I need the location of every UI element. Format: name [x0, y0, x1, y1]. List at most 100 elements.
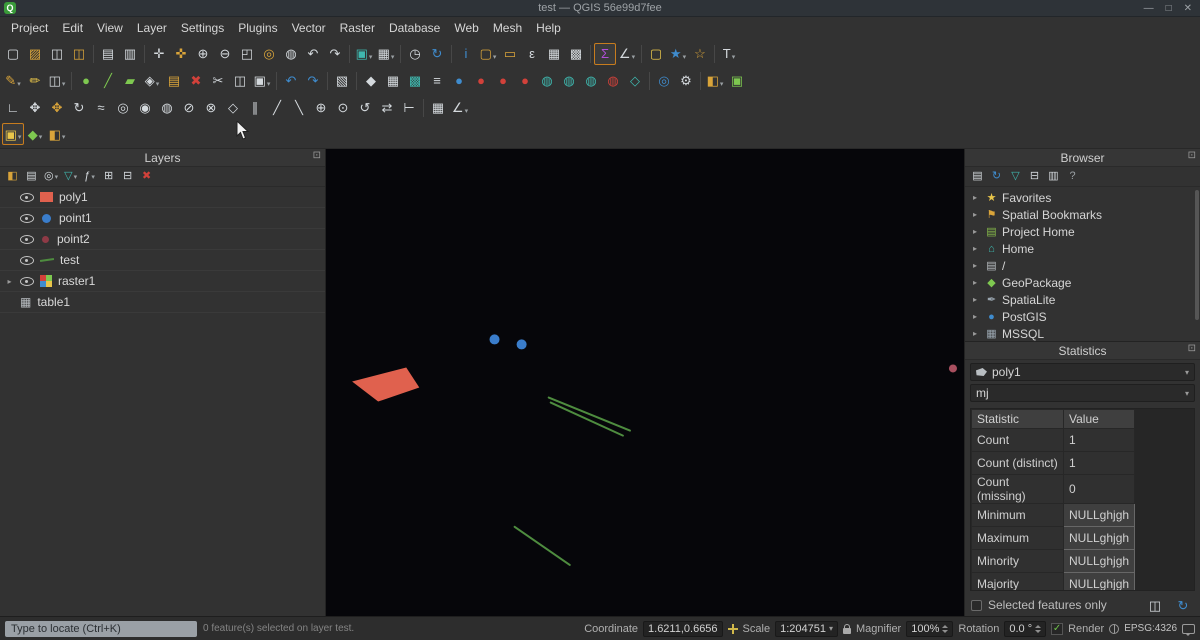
refresh-map-icon[interactable]: ↻ — [426, 43, 448, 65]
add-raster-layer-icon[interactable]: ▦ — [382, 70, 404, 92]
new-3d-map-view-icon[interactable]: ▣▾ — [353, 43, 375, 65]
add-polygon-feature-icon[interactable]: ▰ — [119, 70, 141, 92]
dock-float-icon[interactable] — [1188, 343, 1196, 354]
menu-vector[interactable]: Vector — [285, 18, 333, 38]
browser-item-project-home[interactable]: ▸▤Project Home — [965, 223, 1200, 240]
enable-advanced-digitizing-icon[interactable]: ∟ — [2, 97, 24, 119]
measure-icon[interactable]: ∠▾ — [616, 43, 638, 65]
reshape-features-icon[interactable]: ◇ — [222, 97, 244, 119]
zoom-out-icon[interactable]: ⊖ — [214, 43, 236, 65]
stats-layer-select[interactable]: poly1 — [970, 363, 1195, 381]
add-wfs-layer-icon[interactable]: ◍ — [580, 70, 602, 92]
style-manager-icon[interactable]: ◧▾ — [704, 70, 726, 92]
crs-status-button[interactable]: EPSG:4326 — [1124, 623, 1177, 634]
layout-manager-icon[interactable]: ▥ — [119, 43, 141, 65]
move-feature-icon[interactable]: ✥ — [24, 97, 46, 119]
menu-view[interactable]: View — [90, 18, 130, 38]
expand-arrow-icon[interactable]: ▸ — [973, 210, 981, 219]
open-attribute-table-icon[interactable]: ▦ — [543, 43, 565, 65]
new-project-icon[interactable]: ▢ — [2, 43, 24, 65]
stats-field-select[interactable]: mj — [970, 384, 1195, 402]
zoom-in-icon[interactable]: ⊕ — [192, 43, 214, 65]
select-by-expression-icon[interactable]: ε — [521, 43, 543, 65]
paste-features-icon[interactable]: ▣▾ — [251, 70, 273, 92]
fill-ring-icon[interactable]: ◍ — [156, 97, 178, 119]
menu-web[interactable]: Web — [447, 18, 485, 38]
rotate-feature-icon[interactable]: ↻ — [68, 97, 90, 119]
filter-browser-icon[interactable]: ▽ — [1007, 168, 1024, 185]
add-mssql-layer-icon[interactable]: ● — [492, 70, 514, 92]
field-calculator-icon[interactable]: ▩ — [565, 43, 587, 65]
open-project-icon[interactable]: ▨ — [24, 43, 46, 65]
spinner-arrows-icon[interactable] — [1035, 625, 1041, 633]
new-geopackage-layer-icon[interactable]: ◆▾ — [24, 123, 46, 145]
temporal-controller-icon[interactable]: ◷ — [404, 43, 426, 65]
rotate-point-symbols-icon[interactable]: ↺ — [354, 97, 376, 119]
expand-arrow-icon[interactable]: ▸ — [973, 312, 981, 321]
vertex-tool-icon[interactable]: ◈▾ — [141, 70, 163, 92]
layer-item-point1[interactable]: point1 — [0, 208, 325, 229]
vertex-editor-panel-icon[interactable]: ▦ — [427, 97, 449, 119]
rotation-input[interactable]: 0.0 ° — [1004, 621, 1046, 637]
new-bookmark-icon[interactable]: ★▾ — [667, 43, 689, 65]
locate-search-input[interactable] — [5, 621, 197, 637]
add-oracle-layer-icon[interactable]: ● — [514, 70, 536, 92]
collapse-all-icon[interactable]: ⊟ — [119, 168, 136, 185]
merge-features-icon[interactable]: ⊕ — [310, 97, 332, 119]
browser-item-favorites[interactable]: ▸★Favorites — [965, 189, 1200, 206]
visibility-eye-icon[interactable] — [20, 235, 34, 244]
zoom-to-layer-icon[interactable]: ◍ — [280, 43, 302, 65]
cad-construction-icon[interactable]: ∠▾ — [449, 97, 471, 119]
expand-arrow-icon[interactable]: ▸ — [973, 278, 981, 287]
visibility-eye-icon[interactable] — [20, 277, 34, 286]
layer-item-raster1[interactable]: raster1 — [0, 271, 325, 292]
copy-move-feature-icon[interactable]: ✥ — [46, 97, 68, 119]
lock-scale-icon[interactable] — [843, 628, 851, 634]
menu-layer[interactable]: Layer — [130, 18, 174, 38]
layer-item-poly1[interactable]: poly1 — [0, 187, 325, 208]
browser-item-mssql[interactable]: ▸▦MSSQL — [965, 325, 1200, 341]
add-arcgis-layer-icon[interactable]: ◍ — [602, 70, 624, 92]
remove-layer-icon[interactable]: ✖ — [138, 168, 155, 185]
menu-edit[interactable]: Edit — [55, 18, 90, 38]
add-point-feature-icon[interactable]: ● — [75, 70, 97, 92]
copy-statistics-icon[interactable]: ◫ — [1144, 594, 1166, 616]
render-checkbox[interactable] — [1051, 623, 1063, 635]
collapse-all-icon[interactable]: ⊟ — [1026, 168, 1043, 185]
data-source-manager-icon[interactable]: ▧ — [331, 70, 353, 92]
undo-icon[interactable]: ↶ — [280, 70, 302, 92]
add-selected-layers-icon[interactable]: ▤ — [969, 168, 986, 185]
delete-selected-icon[interactable]: ✖ — [185, 70, 207, 92]
enable-properties-widget-icon[interactable]: ▥ — [1045, 168, 1062, 185]
deselect-features-icon[interactable]: ▭ — [499, 43, 521, 65]
filter-by-expression-icon[interactable]: ƒ▾ — [81, 168, 98, 185]
filter-legend-icon[interactable]: ▽▾ — [62, 168, 79, 185]
refresh-statistics-icon[interactable]: ↻ — [1172, 594, 1194, 616]
scale-combo[interactable]: 1:204751 — [775, 621, 838, 637]
zoom-full-icon[interactable]: ◰ — [236, 43, 258, 65]
add-mesh-layer-icon[interactable]: ▩ — [404, 70, 426, 92]
dock-float-icon[interactable] — [313, 150, 321, 161]
spinner-arrows-icon[interactable] — [942, 625, 948, 633]
map-tips-icon[interactable]: ▢ — [645, 43, 667, 65]
maximize-button[interactable]: □ — [1166, 3, 1172, 14]
copy-features-icon[interactable]: ◫ — [229, 70, 251, 92]
expand-arrow-icon[interactable]: ▸ — [973, 244, 981, 253]
cut-features-icon[interactable]: ✂ — [207, 70, 229, 92]
layer-item-test[interactable]: test — [0, 250, 325, 271]
browser-item-home[interactable]: ▸⌂Home — [965, 240, 1200, 257]
text-annotation-icon[interactable]: T▾ — [718, 43, 740, 65]
browser-item--[interactable]: ▸▤/ — [965, 257, 1200, 274]
add-ring-icon[interactable]: ◎ — [112, 97, 134, 119]
zoom-last-icon[interactable]: ↶ — [302, 43, 324, 65]
browser-item-postgis[interactable]: ▸●PostGIS — [965, 308, 1200, 325]
visibility-eye-icon[interactable] — [20, 256, 34, 265]
manage-map-themes-icon[interactable]: ◎▾ — [42, 168, 60, 185]
visibility-eye-icon[interactable] — [20, 193, 34, 202]
browser-item-geopackage[interactable]: ▸◆GeoPackage — [965, 274, 1200, 291]
delete-part-icon[interactable]: ⊗ — [200, 97, 222, 119]
add-wms-layer-icon[interactable]: ◍ — [536, 70, 558, 92]
toggle-editing-icon[interactable]: ✏ — [24, 70, 46, 92]
new-temporary-scratch-layer-icon[interactable]: ◧▾ — [46, 123, 68, 145]
new-print-layout-icon[interactable]: ▤ — [97, 43, 119, 65]
